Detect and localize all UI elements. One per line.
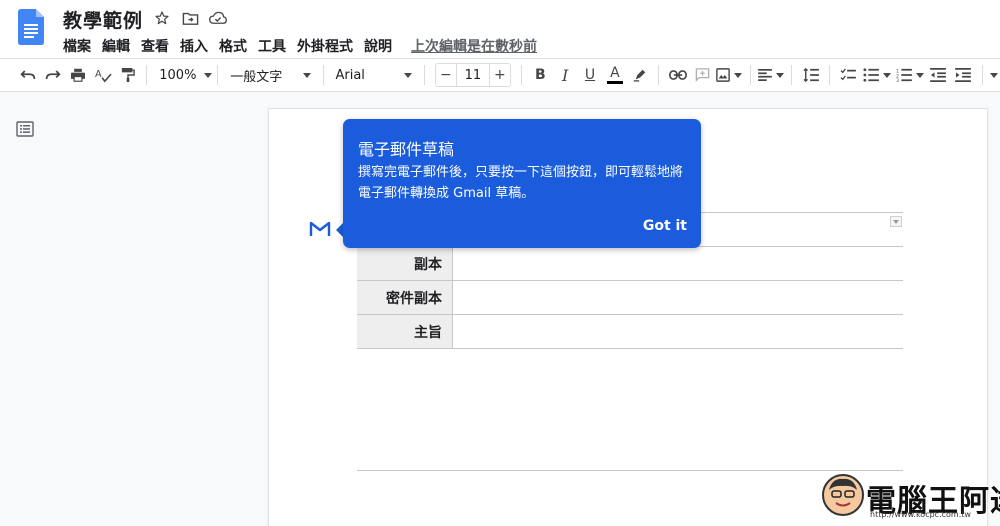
bold-button[interactable]: B	[528, 62, 553, 88]
undo-icon[interactable]	[16, 62, 41, 88]
redo-icon[interactable]	[41, 62, 66, 88]
toolbar-divider	[749, 65, 751, 85]
chevron-down-icon	[403, 72, 412, 78]
toolbar: A 100% 一般文字 Arial − 11 + B I U A 1 2 3	[0, 58, 1000, 92]
menu-file[interactable]: 檔案	[63, 36, 95, 56]
toolbar-divider	[658, 65, 660, 85]
increase-indent-icon[interactable]	[951, 62, 976, 88]
recipient-dropdown-icon[interactable]	[890, 216, 902, 227]
italic-button[interactable]: I	[553, 62, 578, 88]
menu-format[interactable]: 格式	[219, 36, 251, 56]
text-color-swatch	[606, 81, 623, 84]
cloud-status-icon[interactable]	[208, 8, 228, 28]
table-row: 主旨	[357, 314, 903, 348]
toolbar-divider	[146, 65, 148, 85]
email-footer-divider	[357, 470, 903, 471]
chevron-down-icon	[915, 72, 924, 78]
zoom-value: 100%	[159, 67, 197, 83]
bcc-label: 密件副本	[357, 281, 453, 314]
last-edit-link[interactable]: 上次編輯是在數秒前	[411, 36, 541, 56]
chevron-down-icon	[775, 72, 784, 78]
menu-edit[interactable]: 編輯	[102, 36, 134, 56]
line-spacing-icon[interactable]	[798, 62, 823, 88]
paragraph-style-select[interactable]: 一般文字	[224, 62, 316, 88]
move-folder-icon[interactable]	[180, 8, 200, 28]
add-comment-icon[interactable]	[690, 62, 715, 88]
got-it-button[interactable]: Got it	[643, 218, 687, 234]
decrease-indent-icon[interactable]	[926, 62, 951, 88]
watermark-face-icon	[822, 474, 864, 516]
toolbar-divider	[217, 65, 219, 85]
paint-format-icon[interactable]	[115, 62, 140, 88]
font-size-control: − 11 +	[434, 63, 511, 87]
cc-input[interactable]	[453, 247, 903, 280]
highlight-icon[interactable]	[627, 62, 652, 88]
document-title[interactable]: 教學範例	[63, 6, 143, 33]
menu-help[interactable]: 說明	[364, 36, 396, 56]
email-draft-tooltip: 電子郵件草稿 撰寫完電子郵件後，只要按一下這個按鈕，即可輕鬆地將電子郵件轉換成 …	[343, 119, 701, 248]
toolbar-divider	[520, 65, 522, 85]
toolbar-divider	[423, 65, 425, 85]
subject-label: 主旨	[357, 315, 453, 348]
table-row: 密件副本	[357, 280, 903, 314]
chevron-down-icon	[734, 72, 743, 78]
text-color-letter: A	[610, 65, 620, 81]
menu-addons[interactable]: 外掛程式	[297, 36, 357, 56]
print-icon[interactable]	[66, 62, 91, 88]
menu-bar: 檔案 編輯 查看 插入 格式 工具 外掛程式 說明 上次編輯是在數秒前	[63, 36, 548, 56]
subject-input[interactable]	[453, 315, 903, 348]
menu-insert[interactable]: 插入	[180, 36, 212, 56]
app-header: 教學範例 檔案 編輯 查看 插入 格式 工具 外掛程式 說明 上次編輯是在數秒前	[0, 0, 1000, 58]
insert-image-icon[interactable]	[715, 62, 744, 88]
table-bottom-border	[357, 348, 903, 349]
checklist-icon[interactable]	[836, 62, 861, 88]
watermark-url: http://www.kocpc.com.tw	[870, 510, 971, 519]
svg-text:3: 3	[896, 78, 899, 82]
align-icon[interactable]	[756, 62, 785, 88]
bcc-input[interactable]	[453, 281, 903, 314]
menu-view[interactable]: 查看	[141, 36, 173, 56]
underline-button[interactable]: U	[578, 62, 603, 88]
tooltip-body: 撰寫完電子郵件後，只要按一下這個按鈕，即可輕鬆地將電子郵件轉換成 Gmail 草…	[358, 165, 684, 201]
toolbar-divider	[791, 65, 793, 85]
more-tools-chevron-icon[interactable]	[989, 62, 1000, 88]
chevron-down-icon	[883, 72, 892, 78]
document-outline-icon[interactable]	[16, 121, 34, 137]
font-family-select[interactable]: Arial	[329, 62, 418, 88]
spellcheck-icon[interactable]: A	[91, 62, 116, 88]
zoom-select[interactable]: 100%	[153, 62, 213, 88]
gmail-draft-icon[interactable]	[309, 220, 331, 238]
star-icon[interactable]	[152, 8, 172, 28]
paragraph-style-value: 一般文字	[230, 69, 283, 85]
docs-logo-icon[interactable]	[18, 9, 44, 45]
font-family-value: Arial	[335, 67, 365, 83]
watermark-logo: 電腦王阿達 http://www.kocpc.com.tw	[818, 472, 1000, 522]
text-color-button[interactable]: A	[602, 62, 627, 88]
chevron-down-icon	[302, 72, 311, 78]
bulleted-list-icon[interactable]	[861, 62, 894, 88]
table-row: 副本	[357, 246, 903, 280]
toolbar-divider	[322, 65, 324, 85]
svg-text:A: A	[95, 69, 102, 80]
decrease-font-size-button[interactable]: −	[436, 64, 456, 86]
link-icon[interactable]	[665, 62, 690, 88]
toolbar-divider	[981, 65, 983, 85]
toolbar-divider	[828, 65, 830, 85]
menu-tools[interactable]: 工具	[258, 36, 290, 56]
numbered-list-icon[interactable]: 123	[893, 62, 926, 88]
chevron-down-icon	[204, 72, 213, 78]
tooltip-title: 電子郵件草稿	[358, 140, 455, 159]
svg-text:1: 1	[896, 68, 899, 74]
chevron-down-icon	[990, 72, 999, 78]
increase-font-size-button[interactable]: +	[490, 64, 510, 86]
font-size-input[interactable]: 11	[455, 64, 490, 86]
cc-label: 副本	[357, 247, 453, 280]
